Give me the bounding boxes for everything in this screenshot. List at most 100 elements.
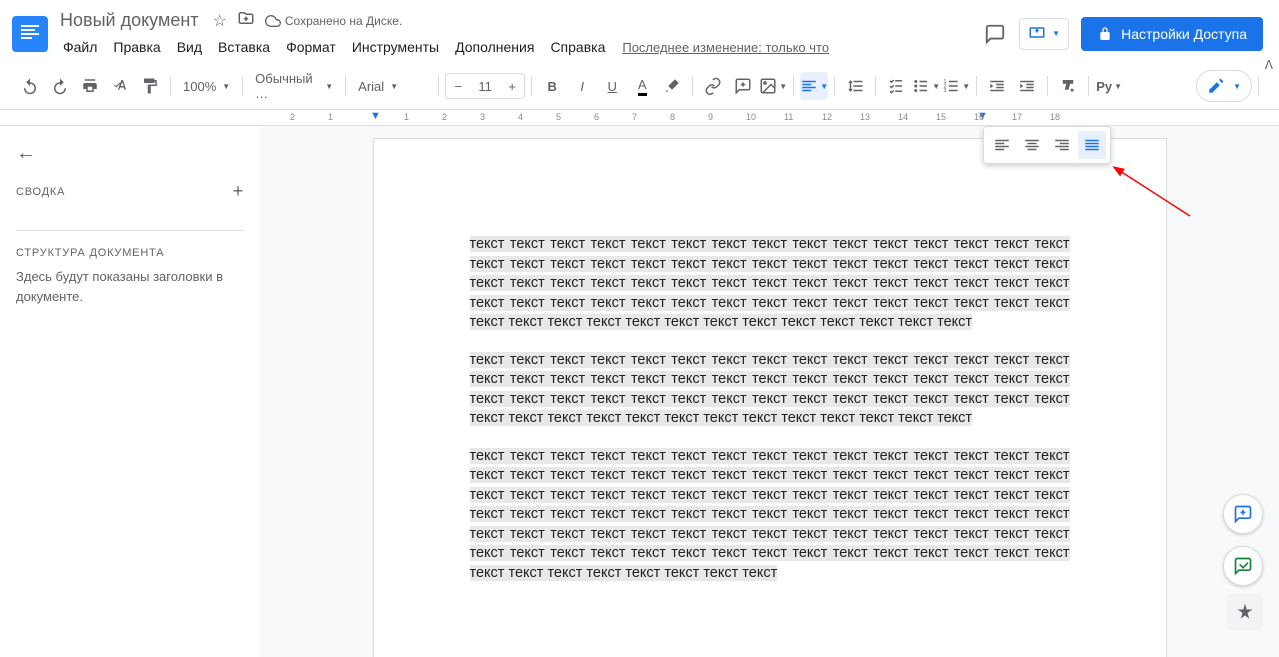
collapse-toolbar-icon[interactable]: ᐱ: [1265, 58, 1273, 72]
ruler-tick: 6: [594, 112, 599, 122]
floating-buttons: [1223, 494, 1263, 586]
toolbar: 100%▼ Обычный …▼ Arial▼ − + B I U A ▼ ▼ …: [0, 63, 1279, 110]
outline-placeholder: Здесь будут показаны заголовки в докумен…: [16, 267, 244, 306]
pencil-icon: [1207, 77, 1225, 95]
explore-button[interactable]: [1227, 594, 1263, 630]
ruler-tick: 10: [746, 112, 756, 122]
sidebar-back-icon[interactable]: ←: [16, 142, 244, 165]
align-justify-option[interactable]: [1078, 131, 1106, 159]
ruler-tick: 4: [518, 112, 523, 122]
highlight-color-button[interactable]: [658, 72, 686, 100]
paragraph-style-select[interactable]: Обычный …▼: [249, 67, 339, 105]
input-tools-button[interactable]: Рy▼: [1095, 72, 1123, 100]
ruler-tick: 8: [670, 112, 675, 122]
suggest-edits-float-button[interactable]: [1223, 546, 1263, 586]
insert-link-button[interactable]: [699, 72, 727, 100]
font-size-input[interactable]: [470, 79, 500, 94]
document-title[interactable]: Новый документ: [56, 8, 203, 33]
document-canvas[interactable]: текст текст текст текст текст текст текс…: [260, 126, 1279, 657]
ruler-tick: 5: [556, 112, 561, 122]
menu-help[interactable]: Справка: [543, 35, 612, 59]
last-modified-link[interactable]: Последнее изменение: только что: [622, 40, 829, 55]
menu-format[interactable]: Формат: [279, 35, 343, 59]
font-size-decrease[interactable]: −: [446, 74, 470, 98]
ruler-tick: 2: [290, 112, 295, 122]
menu-file[interactable]: Файл: [56, 35, 104, 59]
ruler-tick: 9: [708, 112, 713, 122]
ruler-tick: 15: [936, 112, 946, 122]
ruler-tick: 13: [860, 112, 870, 122]
present-icon: [1028, 25, 1046, 43]
outline-heading: СТРУКТУРА ДОКУМЕНТА: [16, 247, 164, 259]
paragraph-3[interactable]: текст текст текст текст текст текст текс…: [470, 447, 1070, 584]
summary-heading: СВОДКА: [16, 186, 65, 198]
align-center-option[interactable]: [1018, 131, 1046, 159]
ruler-tick: 1: [404, 112, 409, 122]
menubar: Файл Правка Вид Вставка Формат Инструмен…: [56, 35, 975, 59]
ruler-tick: 14: [898, 112, 908, 122]
ruler-tick: 1: [328, 112, 333, 122]
align-left-option[interactable]: [988, 131, 1016, 159]
svg-text:3: 3: [944, 88, 947, 94]
menu-tools[interactable]: Инструменты: [345, 35, 446, 59]
paint-format-button[interactable]: [136, 72, 164, 100]
move-folder-icon[interactable]: [237, 9, 255, 32]
share-button[interactable]: Настройки Доступа: [1081, 17, 1263, 51]
chevron-down-icon: ▼: [1052, 29, 1060, 38]
zoom-select[interactable]: 100%▼: [177, 75, 236, 98]
lock-icon: [1097, 26, 1113, 42]
menu-insert[interactable]: Вставка: [211, 35, 277, 59]
ruler[interactable]: ▼ ▼ 21123456789101112131415161718: [0, 110, 1279, 126]
line-spacing-button[interactable]: [841, 72, 869, 100]
ruler-tick: 16: [974, 112, 984, 122]
indent-marker-icon[interactable]: ▼: [370, 110, 381, 122]
print-button[interactable]: [76, 72, 104, 100]
paragraph-2[interactable]: текст текст текст текст текст текст текс…: [470, 351, 1070, 429]
add-summary-icon[interactable]: +: [233, 181, 244, 202]
ruler-tick: 7: [632, 112, 637, 122]
add-comment-float-button[interactable]: [1223, 494, 1263, 534]
ruler-tick: 12: [822, 112, 832, 122]
document-page[interactable]: текст текст текст текст текст текст текс…: [373, 138, 1167, 657]
clear-formatting-button[interactable]: [1054, 72, 1082, 100]
bulleted-list-button[interactable]: ▼: [912, 72, 940, 100]
save-status: Сохранено на Диске.: [265, 13, 402, 29]
increase-indent-button[interactable]: [1013, 72, 1041, 100]
numbered-list-button[interactable]: 123▼: [942, 72, 970, 100]
checklist-button[interactable]: [882, 72, 910, 100]
redo-button[interactable]: [46, 72, 74, 100]
outline-sidebar: ← СВОДКА + СТРУКТУРА ДОКУМЕНТА Здесь буд…: [0, 126, 260, 657]
ruler-tick: 3: [480, 112, 485, 122]
annotation-arrow: [1110, 166, 1200, 226]
ruler-tick: 11: [784, 112, 793, 122]
insert-image-button[interactable]: ▼: [759, 72, 787, 100]
insert-comment-button[interactable]: [729, 72, 757, 100]
paragraph-1[interactable]: текст текст текст текст текст текст текс…: [470, 235, 1070, 333]
italic-button[interactable]: I: [568, 72, 596, 100]
ruler-tick: 2: [442, 112, 447, 122]
align-right-option[interactable]: [1048, 131, 1076, 159]
font-select[interactable]: Arial▼: [352, 75, 432, 98]
app-header: Новый документ ☆ Сохранено на Диске. Фай…: [0, 0, 1279, 63]
bold-button[interactable]: B: [538, 72, 566, 100]
decrease-indent-button[interactable]: [983, 72, 1011, 100]
font-size-increase[interactable]: +: [500, 74, 524, 98]
menu-view[interactable]: Вид: [170, 35, 209, 59]
ruler-tick: 18: [1050, 112, 1060, 122]
comment-history-icon[interactable]: [983, 22, 1007, 46]
menu-edit[interactable]: Правка: [106, 35, 167, 59]
undo-button[interactable]: [16, 72, 44, 100]
spellcheck-button[interactable]: [106, 72, 134, 100]
text-color-button[interactable]: A: [628, 72, 656, 100]
underline-button[interactable]: U: [598, 72, 626, 100]
editing-mode-button[interactable]: ▼: [1196, 70, 1252, 102]
font-size-group: − +: [445, 73, 525, 99]
cloud-icon: [265, 13, 281, 29]
star-icon[interactable]: ☆: [213, 11, 227, 31]
align-button[interactable]: ▼: [800, 72, 828, 100]
docs-logo[interactable]: [12, 16, 48, 52]
align-dropdown: [983, 126, 1111, 164]
menu-addons[interactable]: Дополнения: [448, 35, 541, 59]
present-button[interactable]: ▼: [1019, 18, 1069, 50]
ruler-tick: 17: [1012, 112, 1022, 122]
